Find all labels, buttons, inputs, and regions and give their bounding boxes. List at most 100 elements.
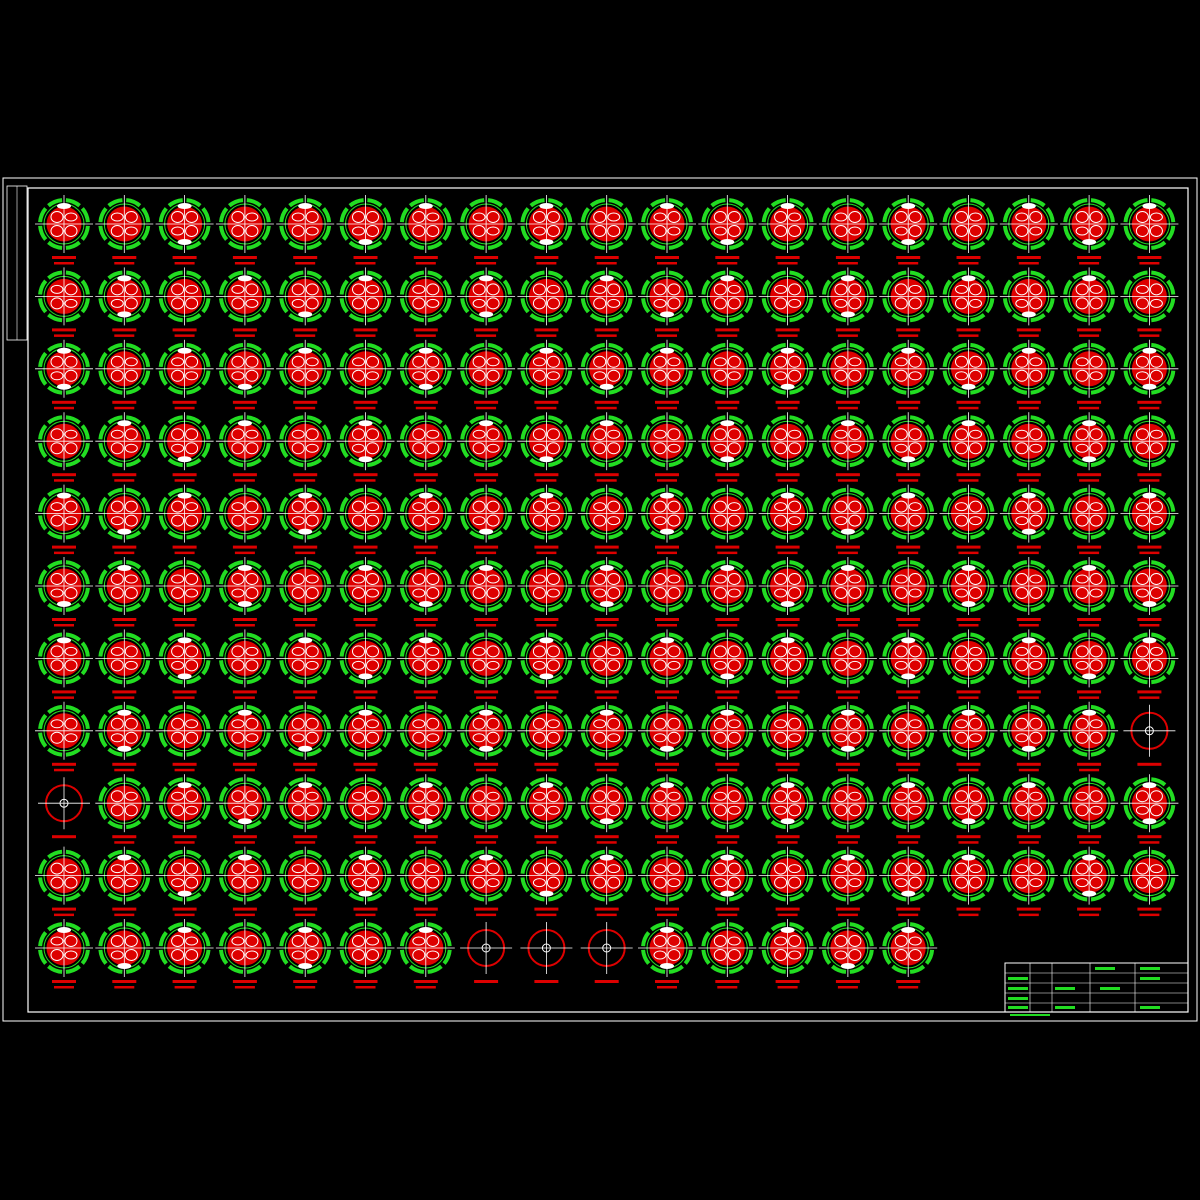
- symbol: [336, 701, 395, 772]
- symbol-sublabel-mark: [355, 841, 376, 844]
- symbol-top-marker: [599, 709, 614, 716]
- symbol: [999, 267, 1058, 337]
- symbol: [457, 629, 516, 699]
- symbol-top-marker: [720, 709, 735, 716]
- symbol: [939, 267, 998, 337]
- symbol-label-mark: [1016, 762, 1041, 766]
- title-block-cell-mark: [1055, 987, 1075, 990]
- symbol: [457, 484, 516, 555]
- symbol: [457, 846, 516, 917]
- symbol: [336, 846, 395, 917]
- symbol: [758, 701, 817, 772]
- symbol-sublabel-mark: [54, 768, 74, 772]
- symbol-bottom-marker: [237, 818, 252, 825]
- symbol-sublabel-mark: [476, 406, 497, 410]
- symbol-label-mark: [594, 328, 619, 332]
- symbol: [698, 267, 757, 337]
- symbol-sublabel-mark: [536, 334, 557, 337]
- symbol-sublabel-mark: [777, 334, 798, 337]
- symbol: [638, 484, 696, 555]
- symbol-bottom-marker: [117, 963, 132, 969]
- symbol-top-marker: [840, 275, 855, 282]
- symbol-bottom-marker: [358, 890, 373, 897]
- symbol-sublabel-mark: [54, 406, 74, 410]
- symbol: [457, 557, 516, 627]
- symbol-top-marker: [1142, 637, 1157, 644]
- title-block-cell-mark: [1140, 977, 1160, 980]
- title-block-cell-mark: [1140, 1006, 1160, 1009]
- symbol-sublabel-mark: [777, 768, 798, 772]
- symbol-top-marker: [117, 420, 132, 427]
- symbol: [879, 195, 938, 265]
- symbol-top-marker: [539, 782, 554, 789]
- symbol-label-mark: [413, 545, 438, 549]
- symbol-label-mark: [112, 690, 137, 694]
- symbol-bottom-marker: [539, 673, 554, 680]
- symbol-sublabel-mark: [415, 624, 436, 627]
- symbol-label-mark: [594, 473, 619, 477]
- symbol-top-marker: [418, 492, 433, 499]
- symbol-bottom-marker: [901, 456, 916, 463]
- symbol-label-mark: [474, 545, 499, 549]
- symbol: [999, 774, 1058, 844]
- symbol-sublabel-mark: [657, 479, 677, 482]
- symbol-sublabel-mark: [476, 479, 497, 482]
- symbol: [396, 774, 455, 844]
- symbol: [396, 484, 455, 555]
- symbol-sublabel-mark: [114, 479, 135, 482]
- symbol: [879, 412, 938, 482]
- symbol-bottom-marker: [479, 311, 494, 318]
- symbol-bottom-marker: [1142, 818, 1157, 825]
- symbol: [276, 701, 335, 772]
- symbol-sublabel-mark: [717, 913, 738, 917]
- symbol-label-mark: [52, 762, 76, 766]
- symbol-top-marker: [660, 637, 674, 644]
- symbol-label-mark: [775, 473, 800, 477]
- symbol-sublabel-mark: [1079, 841, 1100, 844]
- symbol-label-mark: [715, 835, 740, 839]
- symbol-sublabel-mark: [295, 913, 316, 917]
- symbol-label-mark: [655, 256, 679, 259]
- symbol: [818, 846, 877, 917]
- symbol-sublabel-mark: [355, 262, 376, 265]
- symbol: [577, 339, 636, 410]
- symbol-label-mark: [1077, 690, 1102, 694]
- symbol-label-mark: [835, 690, 860, 694]
- symbol-label-mark: [896, 762, 921, 766]
- symbol-sublabel-mark: [717, 841, 738, 844]
- symbol-sublabel-mark: [295, 696, 316, 699]
- symbol: [517, 557, 576, 627]
- symbol-label-mark: [655, 328, 679, 332]
- symbol-sublabel-mark: [415, 334, 436, 337]
- symbol-sublabel-mark: [777, 913, 798, 917]
- symbol-label-mark: [353, 400, 378, 404]
- symbol-top-marker: [720, 854, 735, 861]
- symbol: [1120, 557, 1179, 627]
- symbol: [939, 557, 998, 627]
- symbol-top-marker: [237, 565, 252, 571]
- symbol-sublabel-mark: [536, 841, 557, 844]
- symbol-sublabel-mark: [355, 768, 376, 772]
- symbol: [698, 846, 757, 917]
- symbol-label-mark: [594, 400, 619, 404]
- symbol: [35, 339, 93, 410]
- symbol-label-mark: [594, 762, 619, 766]
- symbol-label-mark: [896, 256, 921, 259]
- symbol-label-mark: [715, 400, 740, 404]
- symbol-label-mark: [835, 256, 860, 259]
- symbol-label-mark: [232, 473, 257, 477]
- symbol-top-marker: [1082, 709, 1097, 716]
- symbol-top-marker: [840, 565, 855, 571]
- symbol-sublabel-mark: [536, 768, 557, 772]
- symbol: [638, 629, 696, 699]
- symbol-label-mark: [353, 762, 378, 766]
- symbol-label-mark: [715, 256, 740, 259]
- symbol: [1120, 267, 1179, 337]
- symbol-sublabel-mark: [717, 334, 738, 337]
- symbol-label-mark: [715, 328, 740, 332]
- symbol-label-mark: [835, 473, 860, 477]
- symbol-label-mark: [775, 762, 800, 766]
- symbol-label-mark: [52, 980, 76, 983]
- symbol-sublabel-mark: [355, 696, 376, 699]
- symbol: [155, 774, 214, 844]
